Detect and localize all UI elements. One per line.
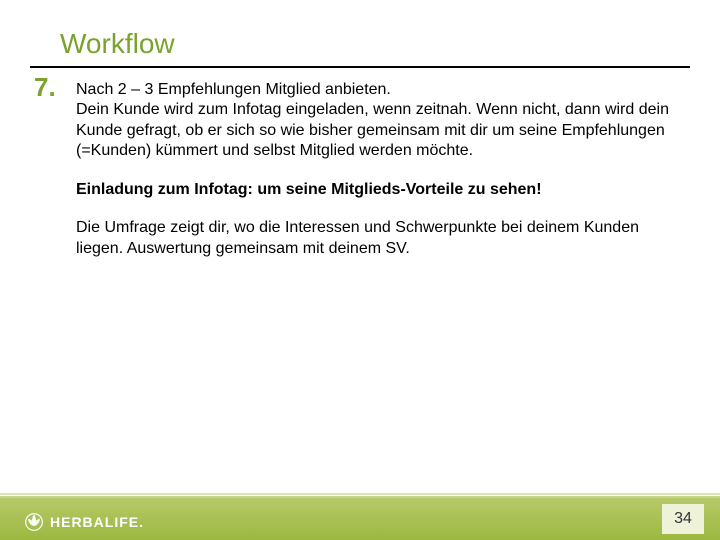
bold-line: Einladung zum Infotag: um seine Mitglied…: [76, 180, 676, 200]
list-number: 7.: [34, 72, 56, 103]
body-text: Nach 2 – 3 Empfehlungen Mitglied anbiete…: [76, 80, 676, 273]
leaf-icon: [24, 512, 44, 532]
title-underline: [30, 66, 690, 68]
brand-logo: HERBALIFE.: [24, 512, 144, 532]
page-number: 34: [674, 510, 692, 528]
brand-text: HERBALIFE: [50, 514, 139, 530]
brand-name: HERBALIFE.: [50, 514, 144, 530]
paragraph-2: Die Umfrage zeigt dir, wo die Interessen…: [76, 218, 676, 259]
paragraph-1: Dein Kunde wird zum Infotag eingeladen, …: [76, 100, 676, 161]
page-number-box: 34: [662, 504, 704, 534]
slide-title: Workflow: [60, 28, 175, 60]
lead-sentence: Nach 2 – 3 Empfehlungen Mitglied anbiete…: [76, 80, 676, 100]
footer-bar: HERBALIFE. 34: [0, 498, 720, 540]
slide: Workflow 7. Nach 2 – 3 Empfehlungen Mitg…: [0, 0, 720, 540]
